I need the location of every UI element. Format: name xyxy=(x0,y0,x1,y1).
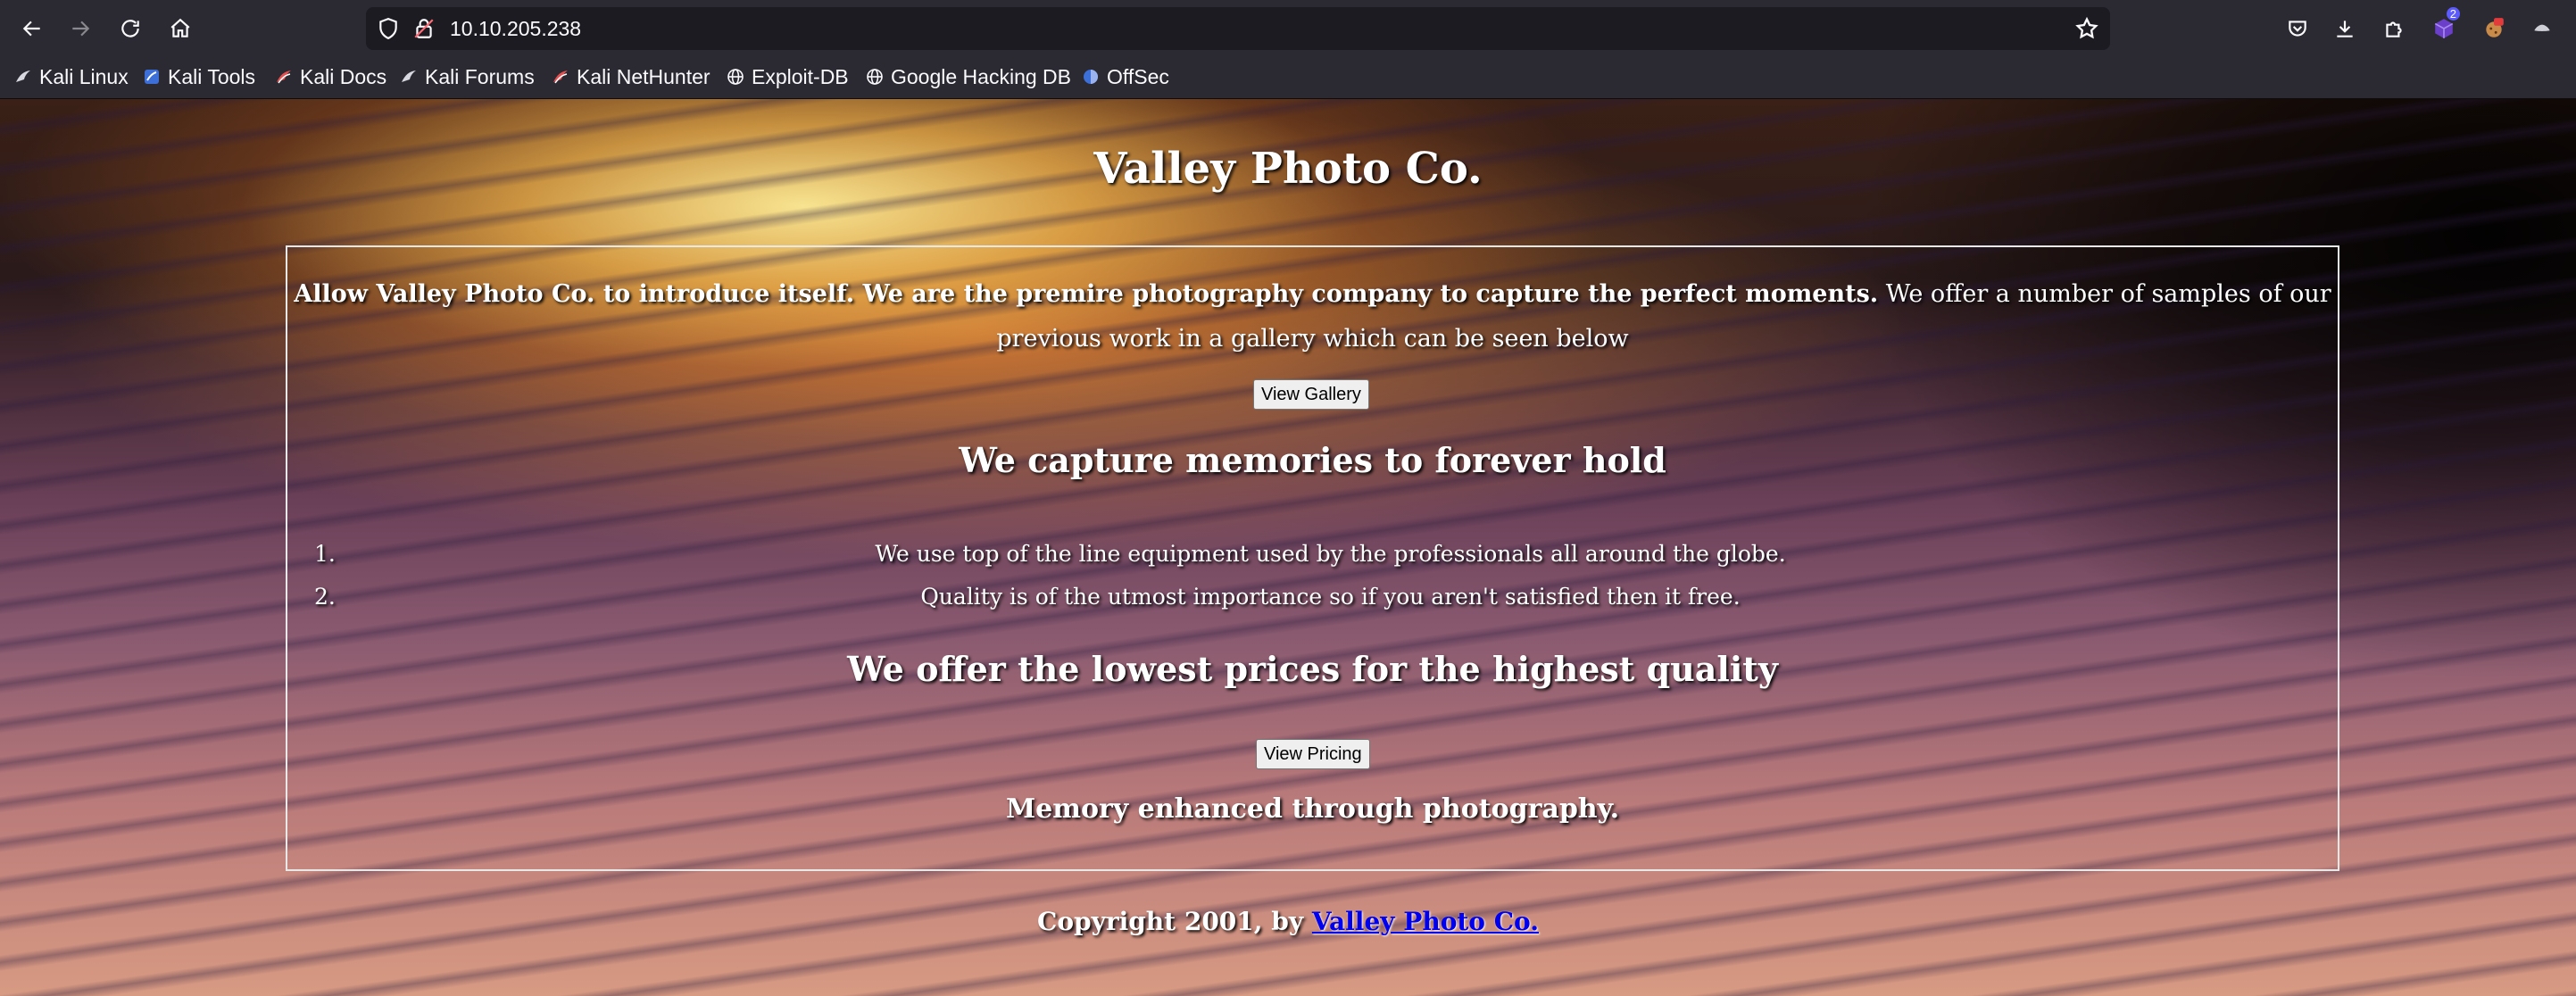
copyright-text: Copyright 2001, by xyxy=(1037,907,1312,936)
page-viewport: Valley Photo Co. Allow Valley Photo Co. … xyxy=(0,99,2576,996)
bookmark-kali-linux[interactable]: Kali Linux xyxy=(14,57,129,96)
back-button[interactable] xyxy=(14,11,50,46)
shield-icon[interactable] xyxy=(377,17,400,40)
cookie-extension-icon xyxy=(2486,18,2504,37)
bookmark-label: OffSec xyxy=(1107,65,1169,88)
bookmark-label: Kali Tools xyxy=(168,65,256,88)
pocket-button[interactable] xyxy=(2281,12,2314,45)
bookmark-star-icon[interactable] xyxy=(2074,16,2099,41)
arrow-left-icon xyxy=(22,21,40,37)
bookmark-kali-forums[interactable]: Kali Forums xyxy=(400,57,535,96)
reload-button[interactable] xyxy=(112,11,148,46)
kali-dragon-icon xyxy=(16,71,30,82)
list-item-number: 1. xyxy=(314,541,336,567)
home-button[interactable] xyxy=(162,11,198,46)
bookmark-label: Kali Docs xyxy=(300,65,387,88)
globe-icon xyxy=(727,69,744,85)
bookmark-label: Google Hacking DB xyxy=(891,65,1071,88)
pocket-icon xyxy=(2289,21,2306,37)
prices-heading: We offer the lowest prices for the highe… xyxy=(847,649,1778,689)
features-list: 1. We use top of the line equipment used… xyxy=(287,533,2338,618)
puzzle-icon xyxy=(2386,21,2402,37)
content-box: Allow Valley Photo Co. to introduce itse… xyxy=(286,245,2339,871)
extension-cookie-button[interactable] xyxy=(2478,12,2510,45)
list-item: 2. Quality is of the utmost importance s… xyxy=(287,576,2338,618)
intro-paragraph: Allow Valley Photo Co. to introduce itse… xyxy=(287,272,2338,361)
arrow-right-icon xyxy=(72,21,90,37)
extension-foxyproxy-button[interactable]: 2 xyxy=(2428,7,2460,45)
bookmark-offsec[interactable]: OffSec xyxy=(1082,57,1169,96)
app-menu-button[interactable] xyxy=(2526,12,2558,45)
reload-icon xyxy=(121,20,139,37)
url-bar[interactable]: 10.10.205.238 xyxy=(366,7,2110,50)
bookmark-kali-nethunter[interactable]: Kali NetHunter xyxy=(552,57,710,96)
bookmark-exploit-db[interactable]: Exploit-DB xyxy=(727,57,849,96)
kali-dragon-icon xyxy=(402,71,416,82)
bookmark-label: Kali NetHunter xyxy=(577,65,710,88)
company-link[interactable]: Valley Photo Co. xyxy=(1312,907,1539,936)
intro-bold-text: Allow Valley Photo Co. to introduce itse… xyxy=(294,280,1879,308)
bookmarks-toolbar: Kali Linux Kali Tools Kali Docs Kali For… xyxy=(0,57,2576,99)
url-text[interactable]: 10.10.205.238 xyxy=(450,7,581,50)
tagline: Memory enhanced through photography. xyxy=(1005,793,1620,825)
bookmark-kali-docs[interactable]: Kali Docs xyxy=(275,57,386,96)
download-icon xyxy=(2337,21,2353,37)
downloads-button[interactable] xyxy=(2329,12,2361,45)
forward-button[interactable] xyxy=(62,11,98,46)
bookmark-google-hacking-db[interactable]: Google Hacking DB xyxy=(866,57,1071,96)
bookmark-label: Kali Forums xyxy=(425,65,535,88)
view-pricing-button[interactable]: View Pricing xyxy=(1256,739,1370,769)
footer-copyright: Copyright 2001, by Valley Photo Co. xyxy=(0,907,2576,936)
view-gallery-button[interactable]: View Gallery xyxy=(1253,379,1369,410)
insecure-lock-icon[interactable] xyxy=(412,17,436,40)
kali-nethunter-icon xyxy=(553,71,568,84)
menu-icon xyxy=(2534,24,2550,31)
bookmark-kali-tools[interactable]: Kali Tools xyxy=(143,57,255,96)
memories-heading: We capture memories to forever hold xyxy=(959,440,1666,480)
extensions-button[interactable] xyxy=(2378,12,2410,45)
page-title: Valley Photo Co. xyxy=(1093,144,1483,194)
bookmark-label: Kali Linux xyxy=(39,65,129,88)
list-item-text: We use top of the line equipment used by… xyxy=(875,541,1786,567)
offsec-icon xyxy=(1084,70,1098,84)
list-item-text: Quality is of the utmost importance so i… xyxy=(920,584,1741,610)
list-item-number: 2. xyxy=(314,584,336,610)
list-item: 1. We use top of the line equipment used… xyxy=(287,533,2338,576)
kali-docs-icon xyxy=(277,71,291,84)
bookmark-label: Exploit-DB xyxy=(752,65,849,88)
kali-tools-icon xyxy=(145,70,159,84)
browser-toolbar: 10.10.205.238 2 xyxy=(0,0,2576,57)
home-icon xyxy=(170,18,190,37)
extension-badge: 2 xyxy=(2446,7,2460,21)
globe-icon xyxy=(867,69,883,85)
